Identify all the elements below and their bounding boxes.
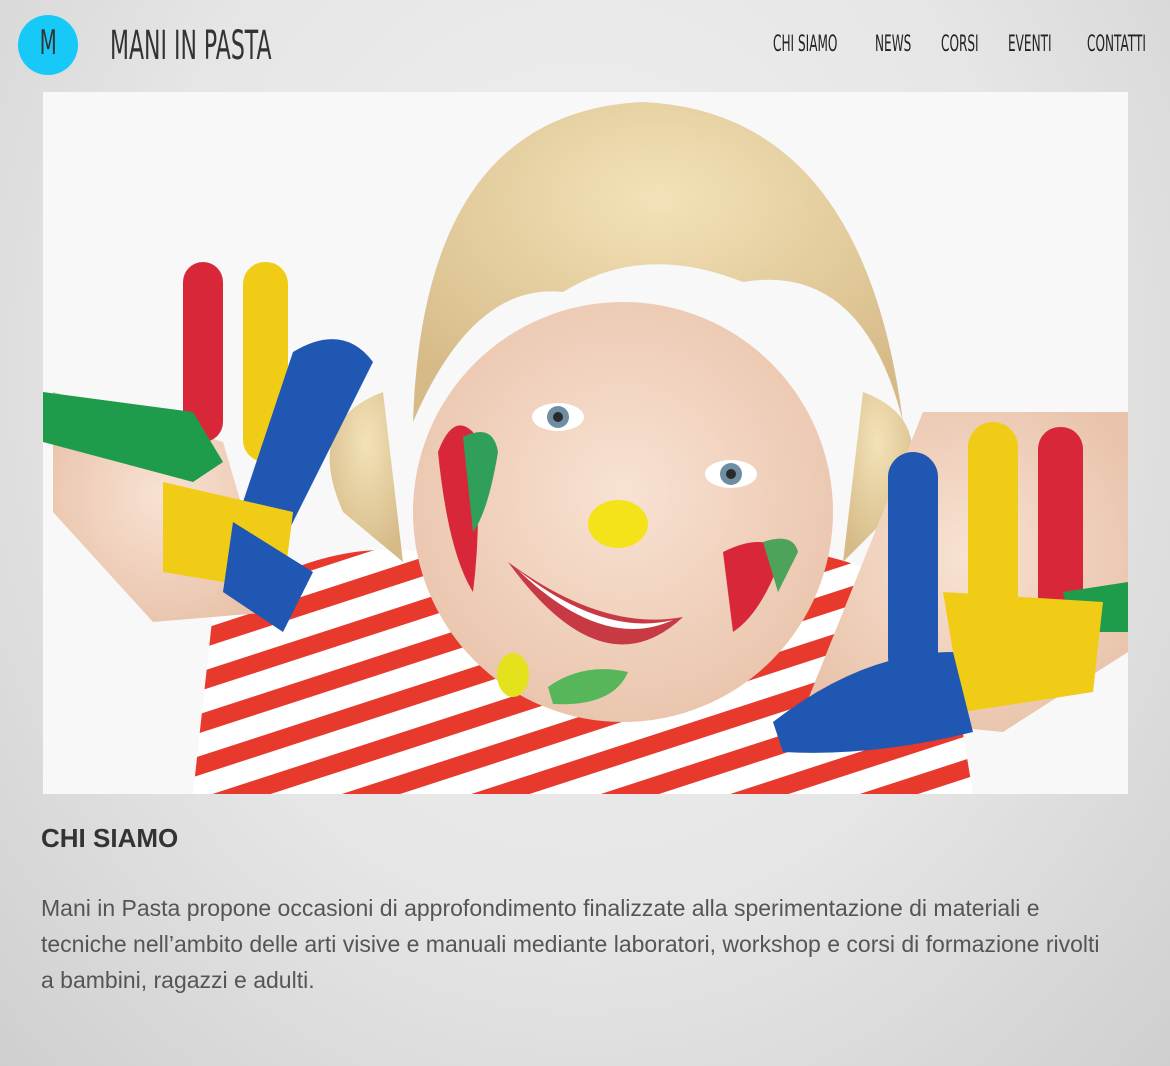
logo-icon[interactable]: M <box>18 15 78 75</box>
nav-item-eventi[interactable]: EVENTI <box>1008 30 1052 60</box>
site-header: M MANI IN PASTA CHI SIAMO NEWS CORSI EVE… <box>0 0 1170 92</box>
logo-letter: M <box>39 23 57 63</box>
section-title: CHI SIAMO <box>41 823 179 853</box>
hero-illustration <box>43 92 1128 794</box>
nav-item-contatti[interactable]: CONTATTI <box>1087 30 1146 60</box>
nav-item-news[interactable]: NEWS <box>875 30 911 60</box>
section-description: Mani in Pasta propone occasioni di appro… <box>41 895 1100 993</box>
hero-image <box>43 92 1128 794</box>
site-title[interactable]: MANI IN PASTA <box>110 20 272 72</box>
nav-item-corsi[interactable]: CORSI <box>941 30 979 60</box>
nav-item-chi-siamo[interactable]: CHI SIAMO <box>773 30 837 60</box>
